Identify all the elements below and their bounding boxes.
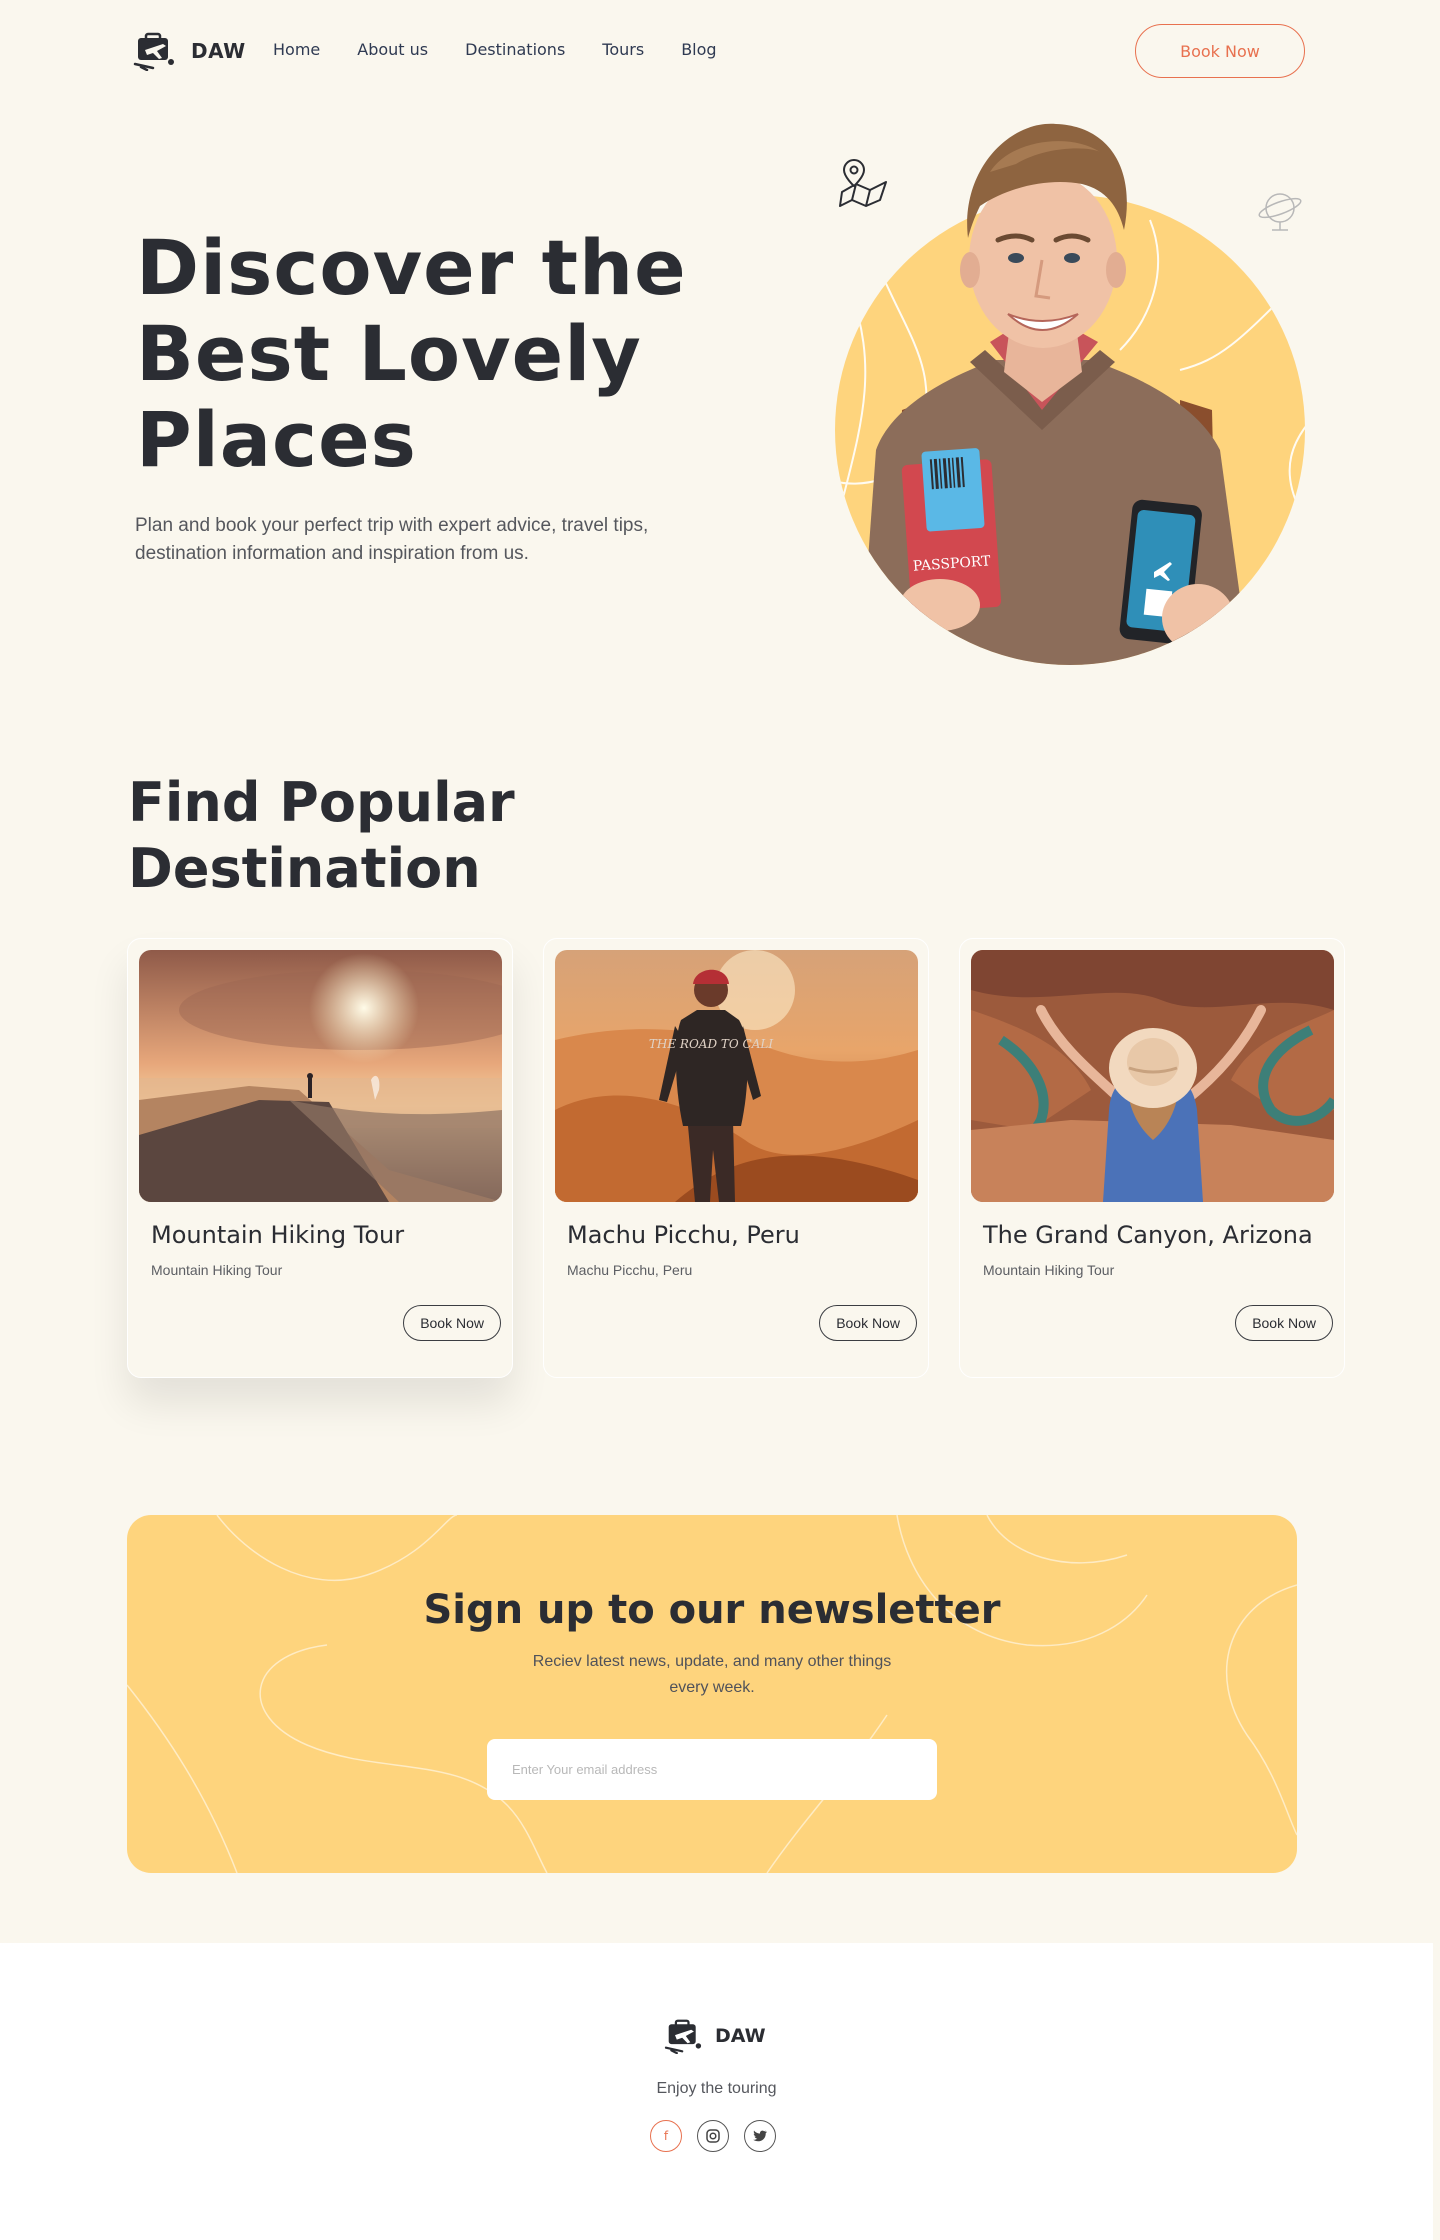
footer-tagline: Enjoy the touring [656, 2080, 777, 2097]
travel-plane-logo-icon [664, 2019, 702, 2054]
destination-card[interactable]: THE ROAD TO CALI Machu Picchu, Peru Mach… [543, 938, 929, 1378]
nav-links: Home About us Destinations Tours Blog [273, 40, 717, 59]
card-subtitle: Mountain Hiking Tour [983, 1262, 1115, 1278]
card-image-sunset-beach [139, 950, 502, 1202]
footer-brand-name: DAW [715, 2025, 766, 2047]
destinations-title: Find Popular Destination [128, 771, 515, 900]
nav-link-tours[interactable]: Tours [602, 40, 644, 59]
hero-title-line-2: Best Lovely [136, 309, 642, 398]
destination-card[interactable]: The Grand Canyon, Arizona Mountain Hikin… [959, 938, 1345, 1378]
card-image-desert-traveler: THE ROAD TO CALI [555, 950, 918, 1202]
shirt-text: THE ROAD TO CALI [649, 1037, 773, 1051]
hero-subtitle: Plan and book your perfect trip with exp… [135, 515, 649, 564]
instagram-icon[interactable] [697, 2120, 729, 2152]
card-book-now-button[interactable]: Book Now [1235, 1305, 1333, 1341]
twitter-icon[interactable] [744, 2120, 776, 2152]
footer-brand-logo[interactable]: DAW [663, 2018, 766, 2054]
card-subtitle: Machu Picchu, Peru [567, 1262, 693, 1278]
travel-plane-logo-icon [133, 32, 174, 71]
destination-cards: Mountain Hiking Tour Mountain Hiking Tou… [127, 938, 1345, 1378]
card-book-now-button[interactable]: Book Now [403, 1305, 501, 1341]
newsletter-subtitle: Reciev latest news, update, and many oth… [532, 1653, 892, 1696]
card-title: Mountain Hiking Tour [151, 1221, 405, 1249]
nav-link-blog[interactable]: Blog [681, 40, 716, 59]
nav-link-destinations[interactable]: Destinations [465, 40, 565, 59]
hero-title: Discover the Best Lovely Places [136, 225, 756, 483]
card-subtitle: Mountain Hiking Tour [151, 1262, 283, 1278]
newsletter-section: Sign up to our newsletter Reciev latest … [127, 1515, 1297, 1873]
nav-link-home[interactable]: Home [273, 40, 320, 59]
newsletter-title: Sign up to our newsletter [423, 1587, 1001, 1633]
hero-traveler-image: PASSPORT [835, 123, 1305, 665]
facebook-icon[interactable]: f [650, 2120, 682, 2152]
destination-card[interactable]: Mountain Hiking Tour Mountain Hiking Tou… [127, 938, 513, 1378]
nav-link-about[interactable]: About us [357, 40, 428, 59]
card-title: Machu Picchu, Peru [567, 1221, 800, 1249]
card-book-now-button[interactable]: Book Now [819, 1305, 917, 1341]
book-now-button[interactable]: Book Now [1135, 24, 1305, 78]
brand-name: DAW [191, 39, 246, 63]
top-navigation: DAW Home About us Destinations Tours Blo… [0, 0, 1440, 100]
card-image-grand-canyon [971, 950, 1334, 1202]
hero-title-line-1: Discover the [136, 223, 687, 312]
hero-title-line-3: Places [136, 395, 417, 484]
footer: DAW Enjoy the touring f [0, 1943, 1433, 2240]
social-links: f [650, 2120, 776, 2152]
card-title: The Grand Canyon, Arizona [983, 1221, 1313, 1249]
email-input[interactable] [487, 1739, 937, 1800]
brand-logo[interactable]: DAW [133, 31, 246, 71]
